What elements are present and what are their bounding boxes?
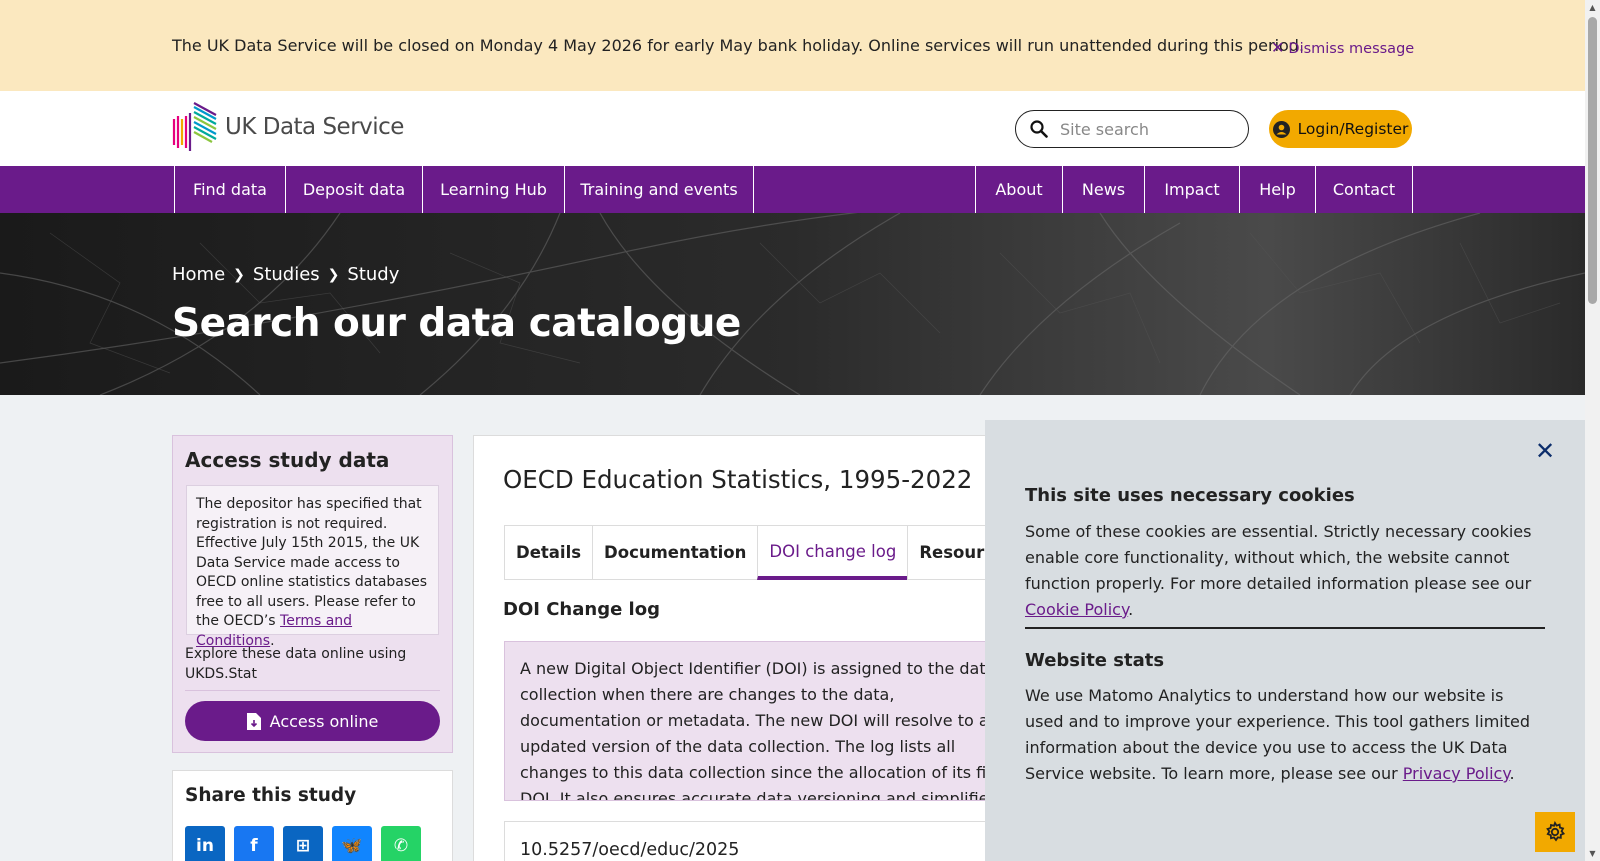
nav-impact[interactable]: Impact — [1144, 166, 1239, 213]
website-stats-text: We use Matomo Analytics to understand ho… — [1025, 683, 1545, 787]
privacy-policy-link[interactable]: Privacy Policy — [1403, 764, 1510, 783]
main-nav: Find data Deposit data Learning Hub Trai… — [0, 166, 1585, 213]
cookie-text: Some of these cookies are essential. Str… — [1025, 519, 1545, 623]
doi-info-box: A new Digital Object Identifier (DOI) is… — [504, 641, 1024, 801]
divider — [185, 690, 440, 691]
study-title: OECD Education Statistics, 1995-2022 — [503, 465, 973, 494]
access-note: The depositor has specified that registr… — [186, 485, 439, 649]
share-study-panel: Share this study in f ⊞ 🦋 ✆ — [172, 770, 453, 861]
nav-training-events[interactable]: Training and events — [564, 166, 754, 213]
share-facebook-button[interactable]: f — [234, 826, 274, 861]
bluesky-icon: 🦋 — [341, 836, 363, 856]
login-register-button[interactable]: Login/Register — [1269, 110, 1412, 148]
share-microsoft-button[interactable]: ⊞ — [283, 826, 323, 861]
access-title: Access study data — [185, 448, 390, 472]
banner-message: The UK Data Service will be closed on Mo… — [172, 36, 1305, 55]
whatsapp-icon: ✆ — [393, 836, 409, 856]
chevron-right-icon: ❯ — [233, 266, 245, 283]
access-online-label: Access online — [269, 711, 379, 731]
nav-news[interactable]: News — [1062, 166, 1144, 213]
scroll-up-arrow-icon[interactable]: ▲ — [1585, 0, 1600, 15]
microsoft-icon: ⊞ — [295, 836, 311, 856]
page-scrollbar[interactable]: ▲ ▼ — [1585, 0, 1600, 861]
nav-learning-hub[interactable]: Learning Hub — [422, 166, 564, 213]
hero-banner: Home ❯ Studies ❯ Study Search our data c… — [0, 213, 1585, 395]
study-tabs: Details Documentation DOI change log Res… — [504, 525, 1028, 580]
share-title: Share this study — [185, 785, 357, 806]
doi-entry: 10.5257/oecd/educ/2025 — [504, 821, 1024, 861]
cookie-panel: ✕ This site uses necessary cookies Some … — [985, 420, 1585, 861]
cookie-heading: This site uses necessary cookies — [1025, 485, 1355, 506]
cookie-text-end: . — [1128, 600, 1134, 619]
section-heading: DOI Change log — [503, 599, 660, 620]
explore-text: Explore these data online using UKDS.Sta… — [185, 646, 407, 682]
gear-icon — [1546, 821, 1566, 842]
site-header: UK Data Service Login/Register — [0, 91, 1585, 166]
nav-about[interactable]: About — [975, 166, 1062, 213]
nav-deposit-data[interactable]: Deposit data — [285, 166, 422, 213]
cookie-policy-link[interactable]: Cookie Policy — [1025, 600, 1128, 619]
close-cookie-button[interactable]: ✕ — [1535, 439, 1555, 463]
site-logo[interactable]: UK Data Service — [172, 101, 404, 153]
breadcrumb: Home ❯ Studies ❯ Study — [172, 264, 399, 285]
nav-find-data[interactable]: Find data — [174, 166, 285, 213]
nav-contact[interactable]: Contact — [1315, 166, 1413, 213]
facebook-icon: f — [250, 836, 258, 856]
cookie-settings-button[interactable] — [1535, 812, 1575, 852]
access-study-panel: Access study data The depositor has spec… — [172, 435, 453, 753]
file-download-icon — [246, 712, 261, 730]
access-note-text: The depositor has specified that registr… — [196, 496, 428, 629]
dismiss-label: Dismiss message — [1288, 41, 1415, 57]
study-card: OECD Education Statistics, 1995-2022 Det… — [473, 435, 1028, 861]
tab-doi-change-log[interactable]: DOI change log — [757, 525, 908, 580]
tab-documentation[interactable]: Documentation — [592, 525, 758, 580]
dismiss-message-button[interactable]: ✕ Dismiss message — [1271, 38, 1414, 57]
access-online-button[interactable]: Access online — [185, 701, 440, 741]
chevron-right-icon: ❯ — [327, 266, 340, 283]
breadcrumb-home[interactable]: Home — [172, 264, 225, 285]
share-whatsapp-button[interactable]: ✆ — [381, 826, 421, 861]
search-input[interactable] — [1060, 119, 1230, 139]
breadcrumb-study: Study — [347, 264, 400, 285]
close-icon: ✕ — [1271, 38, 1285, 57]
scroll-down-arrow-icon[interactable]: ▼ — [1585, 846, 1600, 861]
close-icon: ✕ — [1535, 437, 1556, 465]
linkedin-icon: in — [196, 836, 214, 856]
share-linkedin-button[interactable]: in — [185, 826, 225, 861]
website-stats-end: . — [1509, 764, 1515, 783]
login-label: Login/Register — [1297, 120, 1409, 138]
search-icon — [1030, 120, 1048, 138]
site-search[interactable] — [1015, 110, 1249, 148]
breadcrumb-studies[interactable]: Studies — [253, 264, 320, 285]
tab-details[interactable]: Details — [504, 525, 593, 580]
page-title: Search our data catalogue — [172, 301, 741, 346]
cookie-text-body: Some of these cookies are essential. Str… — [1025, 522, 1532, 593]
divider — [1025, 627, 1545, 629]
nav-help[interactable]: Help — [1239, 166, 1315, 213]
scrollbar-thumb[interactable] — [1588, 17, 1597, 304]
announcement-banner: The UK Data Service will be closed on Mo… — [0, 0, 1585, 91]
logo-text: UK Data Service — [225, 114, 404, 140]
website-stats-heading: Website stats — [1025, 650, 1165, 671]
logo-icon — [172, 102, 217, 151]
share-bluesky-button[interactable]: 🦋 — [332, 826, 372, 861]
user-icon — [1272, 120, 1290, 138]
